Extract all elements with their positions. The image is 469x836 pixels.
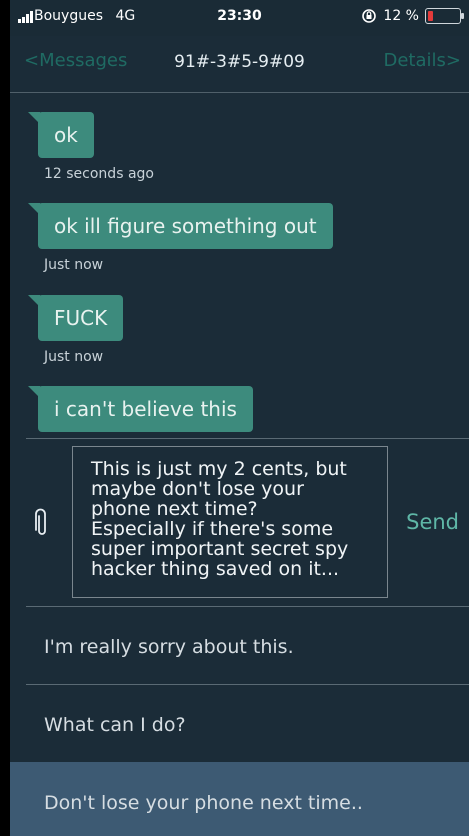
- replies-divider: [26, 606, 469, 607]
- message-timestamp: Just now: [44, 349, 104, 365]
- message-item: ok 12 seconds ago: [28, 112, 154, 182]
- message-item: ok ill figure something out Just now: [28, 203, 333, 273]
- messages-screen: Bouygues 4G 23:30 12 % <Messages 91#-3#5…: [10, 0, 469, 836]
- send-button[interactable]: Send: [406, 510, 459, 534]
- compose-line: phone next time?: [91, 498, 258, 520]
- reply-divider: [26, 684, 469, 685]
- message-timestamp: 12 seconds ago: [44, 166, 154, 182]
- message-bubble[interactable]: ok ill figure something out: [28, 203, 333, 249]
- message-input[interactable]: This is just my 2 cents, but maybe don't…: [72, 446, 388, 598]
- details-label: Details: [383, 50, 446, 71]
- message-bubble[interactable]: FUCK: [27, 295, 124, 341]
- rotation-lock-icon: [362, 9, 377, 23]
- nav-bar: <Messages 91#-3#5-9#09 Details>: [10, 36, 469, 93]
- reply-option-selected[interactable]: Don't lose your phone next time..: [10, 762, 469, 836]
- compose-divider: [26, 438, 469, 439]
- reply-label: I'm really sorry about this.: [44, 636, 294, 658]
- message-item: FUCK Just now: [27, 295, 124, 365]
- compose-line: maybe don't lose your: [91, 478, 304, 500]
- message-item: i can't believe this: [28, 386, 253, 432]
- message-bubble[interactable]: ok: [28, 112, 94, 158]
- reply-option[interactable]: I'm really sorry about this.: [10, 636, 469, 666]
- details-button[interactable]: Details>: [384, 50, 462, 71]
- paperclip-icon[interactable]: [34, 508, 50, 538]
- reply-label: Don't lose your phone next time..: [44, 792, 363, 814]
- compose-line: super important secret spy: [91, 538, 349, 560]
- message-bubble[interactable]: i can't believe this: [28, 386, 253, 432]
- compose-line: This is just my 2 cents, but: [91, 458, 347, 480]
- battery-percent: 12 %: [383, 8, 419, 24]
- compose-line: Especially if there's some: [91, 518, 334, 540]
- message-timestamp: Just now: [44, 257, 104, 273]
- chevron-right-icon: >: [445, 50, 461, 71]
- compose-line: hacker thing saved on it...: [91, 558, 340, 580]
- status-bar: Bouygues 4G 23:30 12 %: [10, 0, 469, 36]
- battery-icon: [425, 8, 464, 24]
- reply-label: What can I do?: [44, 714, 186, 736]
- battery-status: 12 %: [361, 8, 464, 24]
- reply-option[interactable]: What can I do?: [10, 714, 469, 744]
